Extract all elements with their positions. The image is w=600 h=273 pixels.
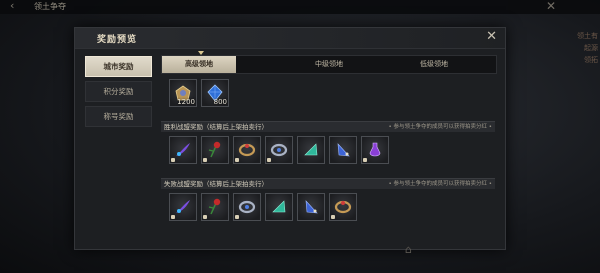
bound-icon — [171, 215, 175, 219]
bound-icon — [267, 158, 271, 162]
modal-title: 奖励预览 — [97, 35, 138, 45]
bound-icon — [235, 158, 239, 162]
red-rose-icon — [208, 141, 221, 158]
reward-preview-modal: 奖励预览 ✕ 城市奖励 积分奖励 称号奖励 高级领地 中级领地 低级领地 120… — [74, 27, 506, 250]
city-reward-items: 1200 800 — [169, 79, 229, 107]
sidebar-item-title-rewards[interactable]: 称号奖励 — [85, 106, 152, 127]
reward-item-blue-diamond[interactable]: 800 — [201, 79, 229, 107]
blue-crystal-icon — [337, 143, 350, 157]
tab-basic-territory[interactable]: 低级领地 — [397, 56, 471, 73]
tab-label: 高级领地 — [185, 60, 213, 68]
defeat-reward-items — [169, 193, 357, 221]
purple-feather-icon — [176, 143, 190, 156]
bound-icon — [171, 158, 175, 162]
bronze-ring-icon — [238, 143, 256, 157]
bound-icon — [363, 158, 367, 162]
reward-item[interactable] — [265, 136, 293, 164]
bg-label: 领土有 — [577, 32, 598, 40]
bg-label: 起源 — [584, 44, 598, 52]
bound-icon — [203, 215, 207, 219]
territory-tabs: 高级领地 中级领地 低级领地 — [161, 51, 497, 74]
silver-amulet-icon — [270, 143, 288, 157]
screen-close-icon[interactable]: ✕ — [546, 0, 556, 13]
reward-item[interactable] — [201, 136, 229, 164]
defeat-reward-section-header: 失败战盟奖励（结算后上架拍卖行） • 参与领土争夺的成员可以获得拍卖分红 • — [161, 178, 495, 189]
teal-gem-icon — [304, 143, 318, 156]
reward-item[interactable] — [201, 193, 229, 221]
reward-item[interactable] — [233, 193, 261, 221]
reward-item[interactable] — [265, 193, 293, 221]
sidebar-item-points-rewards[interactable]: 积分奖励 — [85, 81, 152, 102]
reward-item[interactable] — [361, 136, 389, 164]
top-status-bar: ‹ 领土争夺 ✕ — [0, 0, 600, 14]
modal-header: 奖励预览 ✕ — [75, 28, 505, 49]
bound-icon — [331, 215, 335, 219]
section-title: 胜利战盟奖励（结算后上架拍卖行） — [164, 123, 268, 131]
active-tab-marker-icon — [198, 51, 204, 55]
reward-category-sidebar: 城市奖励 积分奖励 称号奖励 — [85, 56, 152, 131]
reward-item[interactable] — [329, 193, 357, 221]
purple-feather-icon — [176, 200, 190, 213]
victory-reward-section-header: 胜利战盟奖励（结算后上架拍卖行） • 参与领土争夺的成员可以获得拍卖分红 • — [161, 121, 495, 132]
back-icon[interactable]: ‹ — [10, 0, 14, 12]
victory-reward-items — [169, 136, 389, 164]
reward-item[interactable] — [297, 136, 325, 164]
bottom-decoration-icon: ⌂ — [405, 243, 412, 256]
reward-item-gold-chest[interactable]: 1200 — [169, 79, 197, 107]
reward-item[interactable] — [233, 136, 261, 164]
silver-amulet-icon — [238, 200, 256, 214]
close-icon[interactable]: ✕ — [486, 29, 497, 44]
reward-content: 高级领地 中级领地 低级领地 1200 800 胜利战盟奖励（结算后上架拍卖行）… — [161, 51, 497, 243]
section-title: 失败战盟奖励（结算后上架拍卖行） — [164, 180, 268, 188]
tab-advanced-territory[interactable]: 高级领地 — [162, 51, 236, 73]
item-quantity: 800 — [213, 98, 227, 106]
bg-label: 领拓 — [584, 56, 598, 64]
reward-item[interactable] — [329, 136, 357, 164]
bound-icon — [235, 215, 239, 219]
background-side-labels: 领土有 起源 领拓 — [566, 30, 598, 66]
blue-crystal-icon — [305, 200, 318, 214]
section-note: • 参与领土争夺的成员可以获得拍卖分红 • — [388, 181, 493, 187]
tab-intermediate-territory[interactable]: 中级领地 — [292, 56, 366, 73]
sidebar-item-city-rewards[interactable]: 城市奖励 — [85, 56, 152, 77]
violet-potion-icon — [369, 142, 381, 157]
screen-title: 领土争夺 — [34, 2, 66, 11]
bound-icon — [203, 158, 207, 162]
reward-item[interactable] — [169, 193, 197, 221]
reward-item[interactable] — [169, 136, 197, 164]
bronze-ring-icon — [334, 200, 352, 214]
item-quantity: 1200 — [177, 98, 195, 106]
red-rose-icon — [208, 198, 221, 215]
teal-gem-icon — [272, 200, 286, 213]
reward-item[interactable] — [297, 193, 325, 221]
section-note: • 参与领土争夺的成员可以获得拍卖分红 • — [388, 124, 493, 130]
